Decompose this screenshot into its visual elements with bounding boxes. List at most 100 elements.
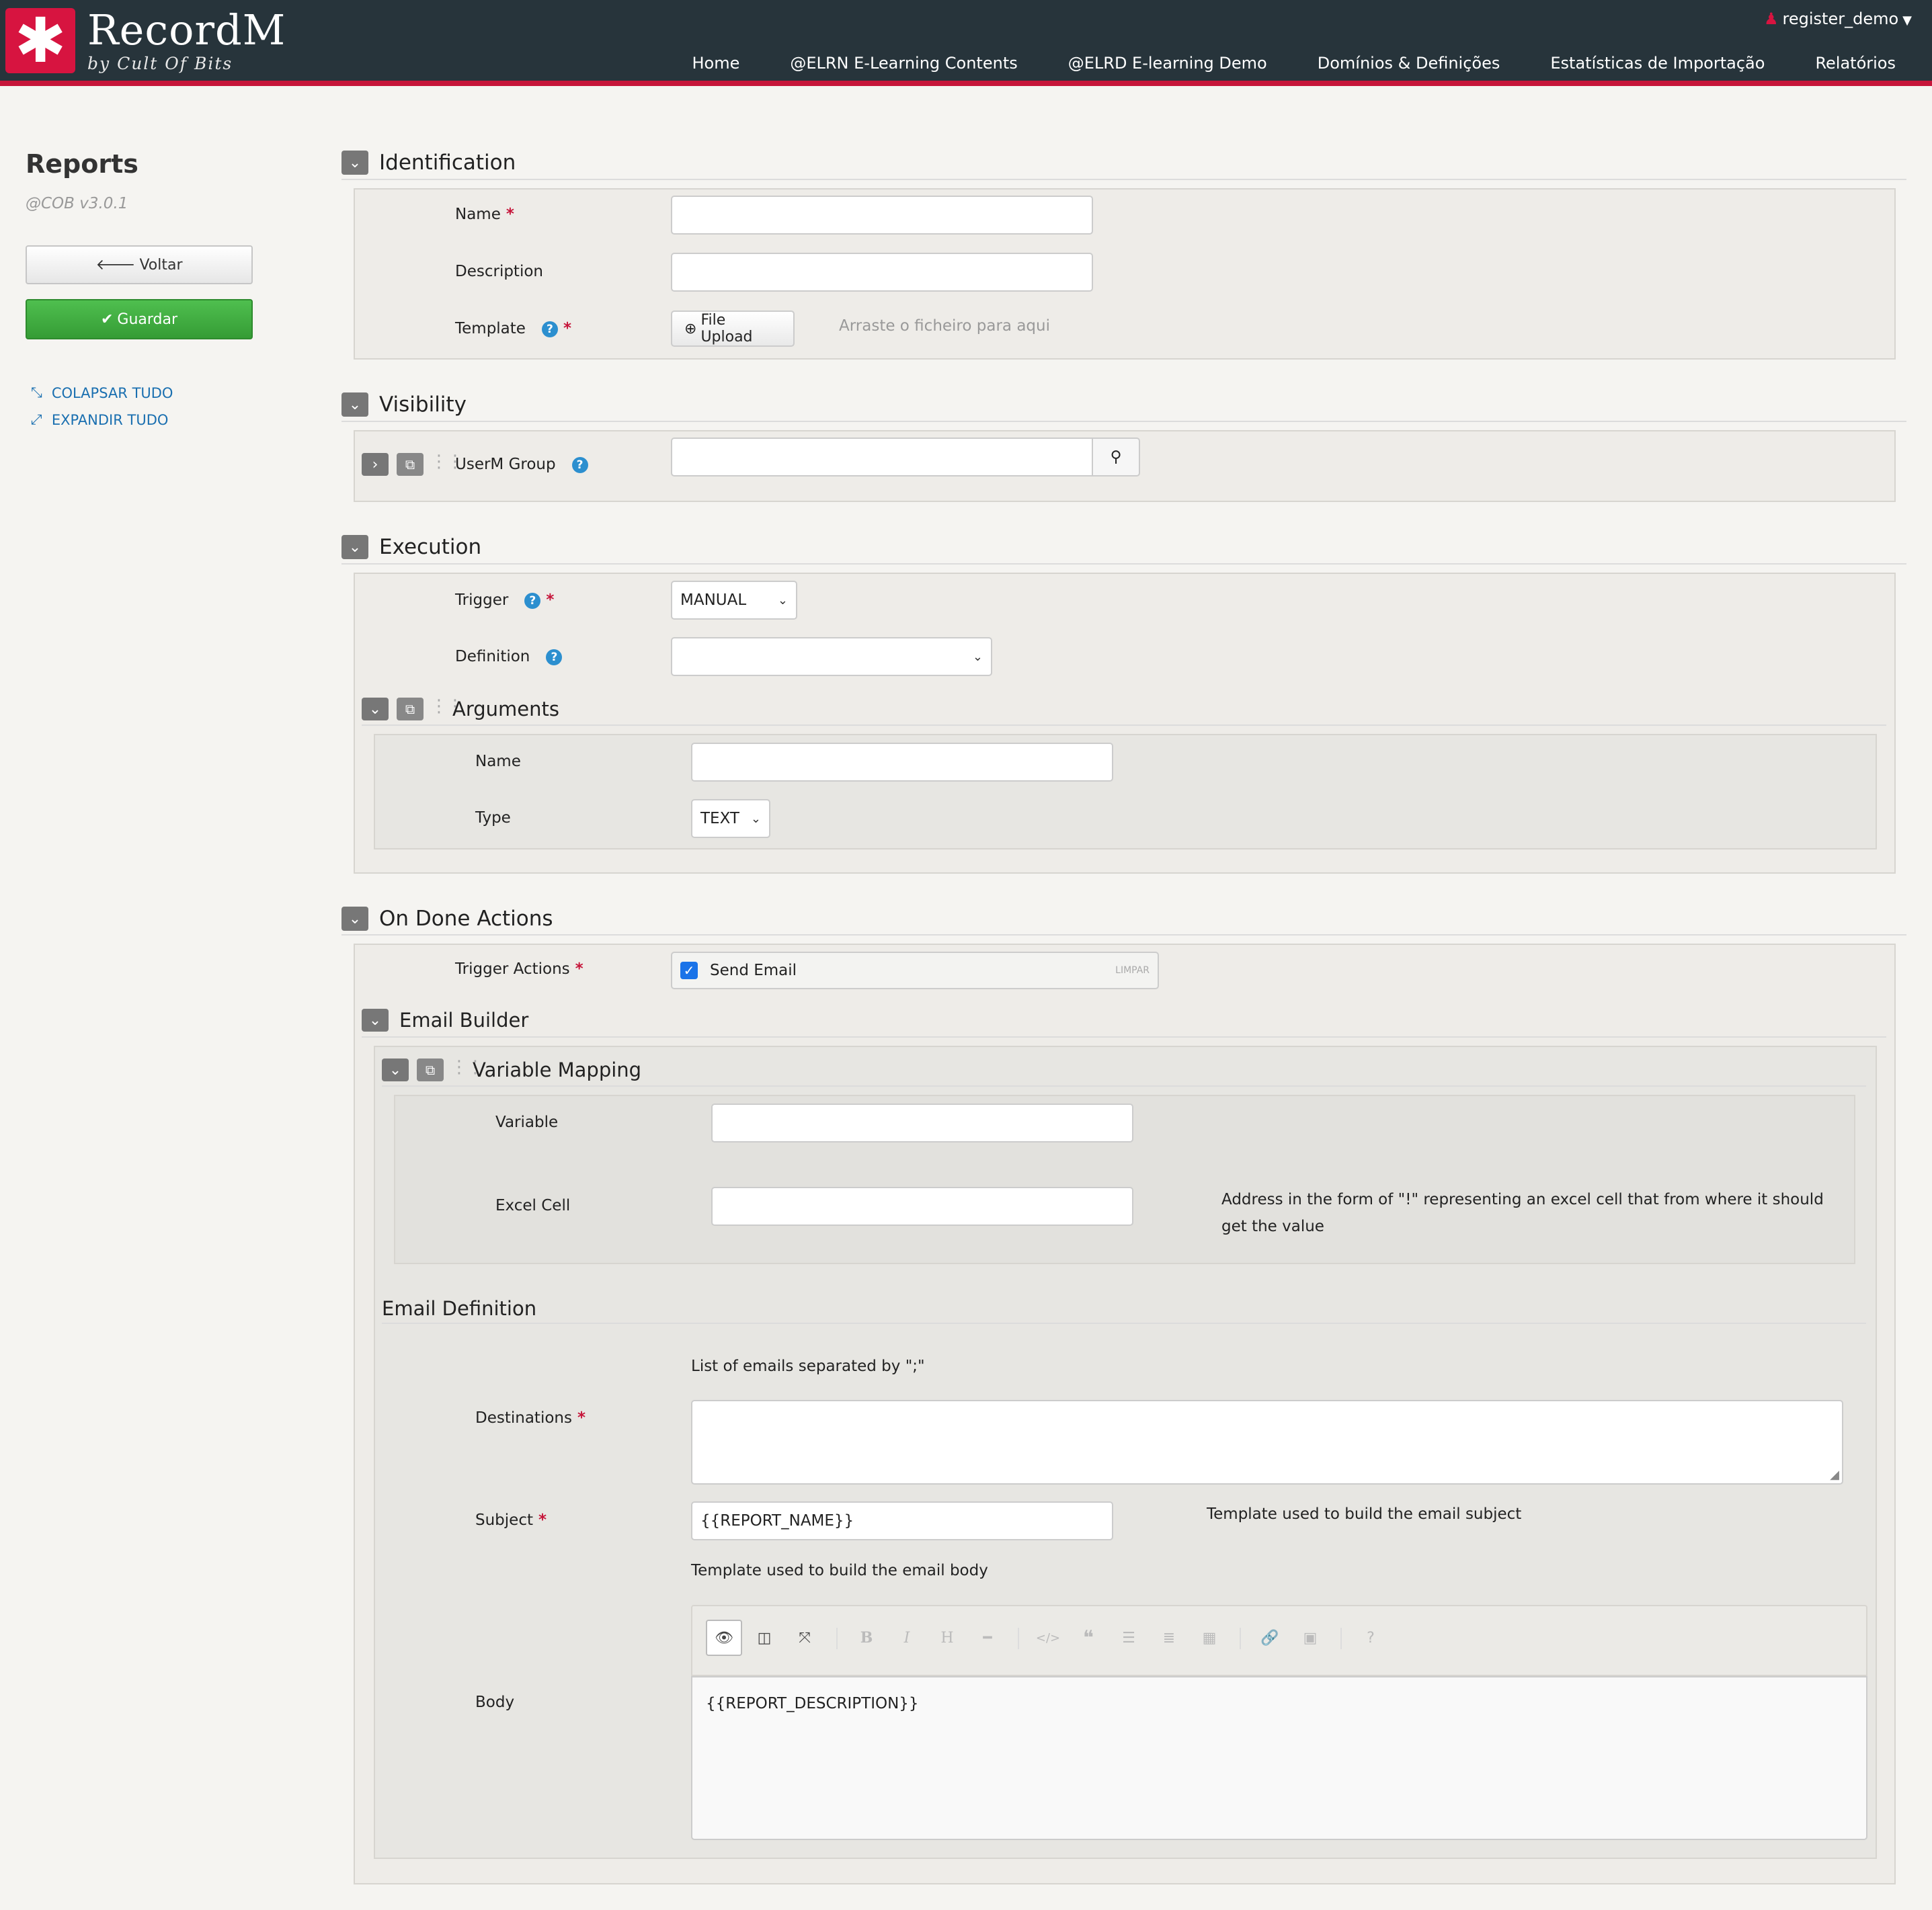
drag-handle-icon[interactable]: ⋮⋮	[450, 1057, 484, 1077]
side-by-side-icon[interactable]: ◫	[746, 1620, 782, 1656]
back-button[interactable]: 🡐 Voltar	[26, 245, 253, 284]
expand-toggle-icon[interactable]: ›	[362, 453, 389, 476]
userm-group-input[interactable]	[671, 438, 1093, 476]
collapse-all-link[interactable]: ⤡ COLAPSAR TUDO	[31, 384, 173, 401]
help-icon[interactable]: ?	[541, 321, 558, 337]
excel-cell-input[interactable]	[711, 1187, 1133, 1226]
collapse-toggle-icon[interactable]: ⌄	[362, 1009, 389, 1032]
table-icon[interactable]: ▦	[1191, 1620, 1227, 1656]
back-button-label: Voltar	[139, 256, 183, 274]
send-email-label: Send Email	[710, 962, 797, 979]
drag-handle-icon[interactable]: ⋮⋮	[430, 452, 464, 472]
nav-reports[interactable]: Relatórios	[1815, 54, 1896, 73]
collapse-toggle-icon[interactable]: ⌄	[341, 392, 368, 417]
bold-icon[interactable]: B	[848, 1620, 885, 1656]
name-input[interactable]	[671, 196, 1093, 235]
trigger-select[interactable]: MANUAL ⌄	[671, 581, 797, 620]
execution-header: ⌄ Execution	[341, 535, 481, 559]
visibility-title: Visibility	[379, 392, 467, 417]
link-icon[interactable]: 🔗	[1252, 1620, 1288, 1656]
heading-icon[interactable]: H	[929, 1620, 965, 1656]
trigger-actions-field[interactable]: ✓ Send Email LIMPAR	[671, 952, 1159, 989]
duplicate-icon[interactable]: ⧉	[417, 1058, 444, 1081]
collapse-toggle-icon[interactable]: ⌄	[341, 907, 368, 931]
brand-title[interactable]: RecordM	[87, 5, 286, 54]
identification-panel	[354, 188, 1896, 360]
collapse-toggle-icon[interactable]: ⌄	[341, 151, 368, 175]
recordm-logo-icon[interactable]: ✱	[5, 8, 75, 73]
help-icon[interactable]: ?	[571, 456, 588, 473]
duplicate-icon[interactable]: ⧉	[397, 453, 424, 476]
nav-elrn-contents[interactable]: @ELRN E-Learning Contents	[790, 54, 1017, 73]
nav-home[interactable]: Home	[692, 54, 739, 73]
code-icon[interactable]: </>	[1030, 1620, 1066, 1656]
expand-icon: ⤢	[31, 411, 42, 427]
identification-title: Identification	[379, 151, 516, 175]
expand-all-label: EXPANDIR TUDO	[51, 411, 169, 428]
unordered-list-icon[interactable]: ☰	[1111, 1620, 1147, 1656]
send-email-checkbox[interactable]: ✓	[680, 962, 698, 979]
help-icon[interactable]: ?	[546, 649, 563, 665]
top-navbar: ✱ RecordM by Cult Of Bits ♟ register_demo…	[0, 0, 1932, 86]
description-label: Description	[455, 263, 543, 280]
execution-title: Execution	[379, 535, 482, 559]
toolbar-separator	[1240, 1628, 1241, 1649]
collapse-all-label: COLAPSAR TUDO	[51, 384, 173, 401]
preview-icon[interactable]: 👁	[706, 1620, 742, 1656]
divider	[341, 179, 1906, 180]
userm-group-label: UserM Group?	[455, 456, 588, 473]
definition-select[interactable]: ⌄	[671, 637, 992, 676]
user-name: register_demo	[1782, 9, 1899, 28]
body-editor-content: {{REPORT_DESCRIPTION}}	[706, 1695, 919, 1712]
collapse-toggle-icon[interactable]: ⌄	[382, 1058, 409, 1081]
definition-version: @COB v3.0.1	[26, 195, 128, 212]
collapse-toggle-icon[interactable]: ⌄	[341, 535, 368, 559]
identification-header: ⌄ Identification	[341, 151, 516, 175]
drag-handle-icon[interactable]: ⋮⋮	[430, 696, 464, 716]
nav-domains[interactable]: Domínios & Definições	[1318, 54, 1500, 73]
divider	[362, 724, 1886, 726]
argument-type-select[interactable]: TEXT ⌄	[691, 799, 770, 838]
excel-cell-hint: Address in the form of "!" representing …	[1221, 1191, 1824, 1235]
resize-handle-icon[interactable]: ◢	[1830, 1468, 1839, 1482]
search-button[interactable]: ⚲	[1092, 438, 1140, 476]
body-editor[interactable]: {{REPORT_DESCRIPTION}}	[691, 1676, 1867, 1840]
nav-elrd-demo[interactable]: @ELRD E-learning Demo	[1068, 54, 1267, 73]
expand-all-link[interactable]: ⤢ EXPANDIR TUDO	[31, 411, 168, 428]
upload-icon: ⊕	[684, 320, 697, 337]
drop-zone-hint[interactable]: Arraste o ficheiro para aqui	[839, 317, 1050, 335]
image-icon[interactable]: ▣	[1292, 1620, 1328, 1656]
ordered-list-icon[interactable]: ≣	[1151, 1620, 1187, 1656]
nav-import-stats[interactable]: Estatísticas de Importação	[1550, 54, 1765, 73]
trigger-actions-label: Trigger Actions *	[455, 960, 583, 978]
duplicate-icon[interactable]: ⧉	[397, 698, 424, 720]
subject-label: Subject *	[475, 1511, 547, 1529]
argument-name-label: Name	[475, 753, 521, 770]
subject-input[interactable]: {{REPORT_NAME}}	[691, 1501, 1113, 1540]
strikethrough-icon[interactable]: ━	[969, 1620, 1006, 1656]
email-definition-title: Email Definition	[382, 1297, 537, 1320]
save-button[interactable]: ✔ Guardar	[26, 299, 253, 339]
help-circle-icon[interactable]: ?	[1353, 1620, 1389, 1656]
toolbar-separator	[1018, 1628, 1019, 1649]
collapse-toggle-icon[interactable]: ⌄	[362, 698, 389, 720]
user-menu[interactable]: ♟ register_demo ▼	[1764, 9, 1912, 28]
destinations-textarea[interactable]: ◢	[691, 1400, 1843, 1485]
destinations-label: Destinations *	[475, 1409, 586, 1427]
file-upload-label: File Upload	[700, 312, 753, 345]
help-icon[interactable]: ?	[524, 592, 541, 609]
clear-button[interactable]: LIMPAR	[1115, 965, 1150, 976]
template-label: Template? *	[455, 320, 571, 337]
argument-name-input[interactable]	[691, 743, 1113, 782]
italic-icon[interactable]: I	[889, 1620, 925, 1656]
name-label: Name *	[455, 206, 514, 223]
quote-icon[interactable]: ❝	[1070, 1620, 1106, 1656]
variable-input[interactable]	[711, 1104, 1133, 1143]
arguments-panel	[374, 734, 1877, 849]
definition-label: Definition?	[455, 648, 563, 665]
description-input[interactable]	[671, 253, 1093, 292]
fullscreen-icon[interactable]: ⤧	[787, 1620, 823, 1656]
page-title: Reports	[26, 149, 138, 179]
divider	[382, 1323, 1866, 1324]
file-upload-button[interactable]: ⊕ File Upload	[671, 310, 795, 347]
